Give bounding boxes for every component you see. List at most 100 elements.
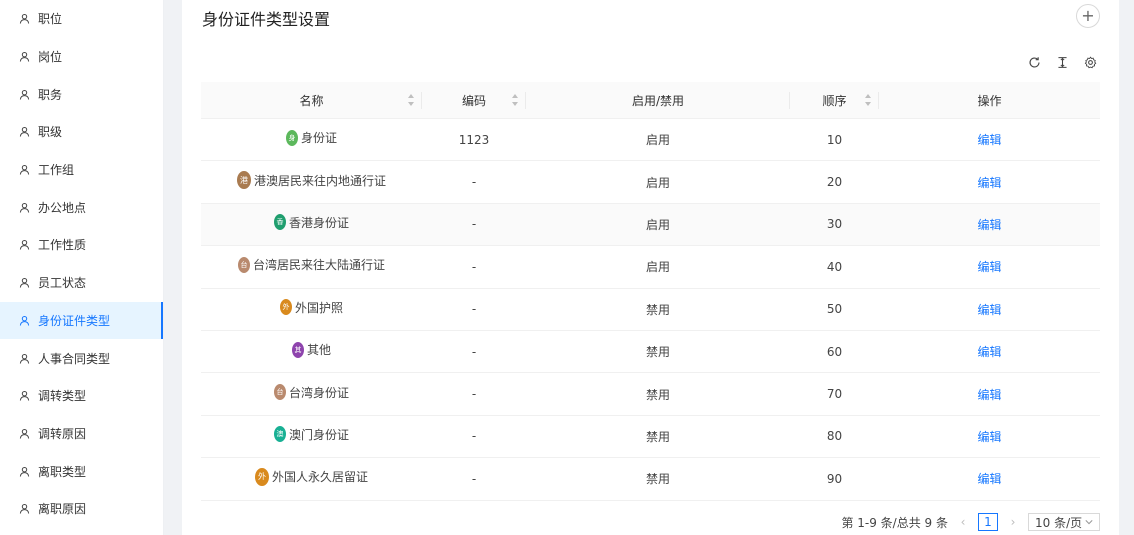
sidebar-item-label: 人事合同类型 <box>38 351 111 366</box>
sidebar: 职位岗位职务职级工作组办公地点工作性质员工状态身份证件类型 人事合同类型调转类型调… <box>0 0 164 535</box>
prev-page-button[interactable]: ‹ <box>956 515 970 529</box>
sidebar-item[interactable]: 岗位 <box>0 38 163 76</box>
table-body: 身身份证 1123 启用 10 编辑港港澳居民来往内地通行证 - 启用 20 编辑香香港身份证 -… <box>201 119 1100 501</box>
user-icon <box>19 504 30 514</box>
refresh-icon[interactable] <box>1027 55 1041 69</box>
sidebar-item[interactable]: 工作性质 <box>0 226 163 264</box>
sidebar-item-label: 工作性质 <box>38 238 87 253</box>
name-cell: 台台湾居民来往大陆通行证 <box>201 246 422 287</box>
code-cell: - <box>471 471 477 486</box>
page-1-button[interactable]: 1 <box>978 513 998 531</box>
edit-link[interactable]: 编辑 <box>977 216 1001 233</box>
table-row: 身身份证 1123 启用 10 编辑 <box>201 119 1100 162</box>
sidebar-item[interactable]: 职位 <box>0 0 163 38</box>
table-row: 澳澳门身份证 - 禁用 80 编辑 <box>201 416 1100 459</box>
table-toolbar <box>1027 55 1097 69</box>
sidebar-item-label: 岗位 <box>38 50 63 65</box>
edit-link[interactable]: 编辑 <box>977 428 1001 445</box>
name-cell: 港港澳居民来往内地通行证 <box>201 161 422 202</box>
id-type-name: 澳门身份证 <box>288 427 349 442</box>
sidebar-item-label: 职务 <box>38 87 63 102</box>
sidebar-item[interactable]: 工作组 <box>0 151 163 189</box>
user-icon <box>19 127 30 137</box>
user-icon <box>19 428 30 439</box>
table-row: 台台湾身份证 - 禁用 70 编辑 <box>201 373 1100 416</box>
code-cell: - <box>471 217 477 232</box>
order-cell: 20 <box>826 175 843 190</box>
sidebar-item[interactable]: 身份证件类型 <box>0 301 163 340</box>
sidebar-item[interactable]: 员工状态 <box>0 264 163 302</box>
add-button[interactable]: + <box>1076 4 1100 28</box>
user-icon <box>19 14 30 24</box>
order-cell: 30 <box>826 217 843 232</box>
edit-link[interactable]: 编辑 <box>977 301 1001 318</box>
name-cell: 澳澳门身份证 <box>201 416 422 457</box>
sort-icon[interactable] <box>512 94 518 106</box>
sidebar-item-label: 职位 <box>38 12 63 27</box>
sort-icon[interactable] <box>408 94 414 106</box>
avatar: 澳 <box>273 426 286 443</box>
edit-link[interactable]: 编辑 <box>977 470 1001 487</box>
edit-link[interactable]: 编辑 <box>977 386 1001 403</box>
sidebar-item[interactable]: 人事合同类型 <box>0 339 163 377</box>
next-page-button[interactable]: › <box>1006 515 1020 529</box>
sidebar-item-label: 办公地点 <box>38 200 87 215</box>
action-cell: 编辑 <box>879 161 1100 202</box>
status-cell: 启用 <box>645 260 670 275</box>
column-header-name[interactable]: 名称 <box>201 82 422 118</box>
action-cell: 编辑 <box>879 331 1100 372</box>
user-icon <box>19 315 30 326</box>
sort-icon[interactable] <box>865 94 871 106</box>
edit-link[interactable]: 编辑 <box>977 343 1001 360</box>
avatar: 其 <box>291 341 304 358</box>
sidebar-item[interactable]: 职务 <box>0 75 163 113</box>
pagination: 第 1-9 条/总共 9 条 ‹ 1 › 10 条/页 <box>841 513 1100 531</box>
sidebar-item-label: 调转原因 <box>38 426 87 441</box>
action-cell: 编辑 <box>879 246 1100 287</box>
table-row: 其其他 - 禁用 60 编辑 <box>201 331 1100 374</box>
order-cell: 90 <box>826 471 843 486</box>
sidebar-item-label: 工作组 <box>38 163 75 178</box>
sidebar-item[interactable]: 调转类型 <box>0 377 163 415</box>
action-cell: 编辑 <box>879 458 1100 499</box>
sidebar-item[interactable]: 离职类型 <box>0 452 163 490</box>
id-type-name: 其他 <box>306 343 331 358</box>
table-header: 名称 编码 启用/禁用 顺序 操作 <box>201 82 1100 119</box>
edit-link[interactable]: 编辑 <box>977 258 1001 275</box>
name-cell: 外外国人永久居留证 <box>201 458 422 499</box>
column-header-order[interactable]: 顺序 <box>790 82 879 118</box>
sidebar-item-label: 职级 <box>38 125 63 140</box>
status-cell: 启用 <box>645 217 670 232</box>
id-type-name: 身份证 <box>300 131 337 146</box>
status-cell: 禁用 <box>645 387 670 402</box>
edit-link[interactable]: 编辑 <box>977 131 1001 148</box>
sidebar-item-label: 身份证件类型 <box>38 313 111 328</box>
avatar: 香 <box>273 214 286 231</box>
order-cell: 50 <box>826 302 843 317</box>
avatar: 外 <box>279 299 292 316</box>
status-cell: 禁用 <box>645 429 670 444</box>
density-icon[interactable] <box>1055 55 1069 69</box>
status-cell: 禁用 <box>645 345 670 360</box>
sidebar-item[interactable]: 职级 <box>0 113 163 151</box>
id-type-table: 名称 编码 启用/禁用 顺序 操作 身身份证 1123 启用 10 编辑港 港澳… <box>201 82 1100 501</box>
id-type-name: 外国人永久居留证 <box>271 470 368 485</box>
avatar: 台 <box>237 256 250 273</box>
page-size-select[interactable]: 10 条/页 <box>1028 513 1100 531</box>
sidebar-item[interactable]: 离职原因 <box>0 490 163 528</box>
sidebar-item[interactable]: 调转原因 <box>0 415 163 453</box>
column-header-status: 启用/禁用 <box>526 82 790 118</box>
column-header-code[interactable]: 编码 <box>422 82 526 118</box>
user-icon <box>19 278 30 288</box>
action-cell: 编辑 <box>879 289 1100 330</box>
main-card: 身份证件类型设置 + 名称 编码 启用/禁用 顺序 操作 身 身份证 1123 … <box>182 0 1119 535</box>
name-cell: 其其他 <box>201 331 422 372</box>
user-icon <box>19 391 30 401</box>
sidebar-item[interactable]: 办公地点 <box>0 188 163 226</box>
table-row: 外外国人永久居留证 - 禁用 90 编辑 <box>201 458 1100 501</box>
table-row: 台台湾居民来往大陆通行证 - 启用 40 编辑 <box>201 246 1100 289</box>
status-cell: 启用 <box>645 175 670 190</box>
settings-icon[interactable] <box>1083 55 1097 69</box>
code-cell: - <box>471 429 477 444</box>
edit-link[interactable]: 编辑 <box>977 174 1001 191</box>
